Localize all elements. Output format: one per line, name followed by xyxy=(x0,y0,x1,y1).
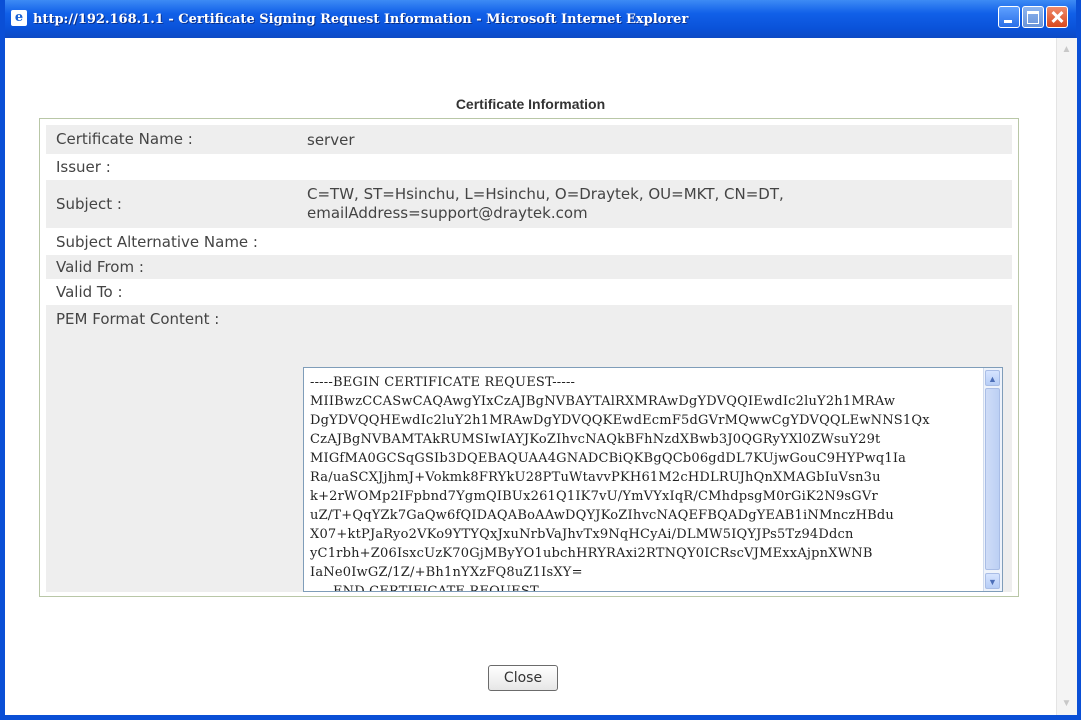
pem-content-text[interactable]: -----BEGIN CERTIFICATE REQUEST----- MIIB… xyxy=(310,373,980,591)
row-subject-alternative-name: Subject Alternative Name : xyxy=(46,228,1012,255)
page-scroll-up-icon[interactable]: ▲ xyxy=(1060,43,1073,56)
row-subject: Subject : C=TW, ST=Hsinchu, L=Hsinchu, O… xyxy=(46,180,1012,228)
pem-scrollbar[interactable]: ▲ ▼ xyxy=(983,368,1002,591)
row-valid-from: Valid From : xyxy=(46,255,1012,279)
window-title: http://192.168.1.1 - Certificate Signing… xyxy=(33,12,689,27)
row-certificate-name: Certificate Name : server xyxy=(46,125,1012,154)
scroll-down-arrow-icon[interactable]: ▼ xyxy=(985,573,1000,589)
subject-value: C=TW, ST=Hsinchu, L=Hsinchu, O=Draytek, … xyxy=(307,185,784,222)
ie-icon: e xyxy=(11,10,27,26)
issuer-label: Issuer : xyxy=(56,158,111,176)
minimize-button[interactable] xyxy=(998,6,1020,28)
certificate-info-table: Certificate Name : server Issuer : Subje… xyxy=(39,118,1019,597)
certificate-name-value: server xyxy=(307,131,355,149)
row-valid-to: Valid To : xyxy=(46,279,1012,305)
page-title: Certificate Information xyxy=(455,96,606,112)
close-button[interactable]: Close xyxy=(488,665,558,691)
page-scrollbar[interactable]: ▲ ▼ xyxy=(1056,38,1077,715)
pem-format-content-label: PEM Format Content : xyxy=(56,310,220,328)
subject-alternative-name-label: Subject Alternative Name : xyxy=(56,233,258,251)
valid-to-label: Valid To : xyxy=(56,283,123,301)
maximize-button[interactable] xyxy=(1022,6,1044,28)
pem-content-textarea[interactable]: -----BEGIN CERTIFICATE REQUEST----- MIIB… xyxy=(303,367,1003,592)
scroll-up-arrow-icon[interactable]: ▲ xyxy=(985,370,1000,386)
valid-from-label: Valid From : xyxy=(56,258,144,276)
scroll-thumb[interactable] xyxy=(985,388,1000,570)
certificate-name-label: Certificate Name : xyxy=(56,130,193,148)
row-issuer: Issuer : xyxy=(46,154,1012,180)
subject-label: Subject : xyxy=(56,195,122,213)
title-bar[interactable]: e http://192.168.1.1 - Certificate Signi… xyxy=(5,0,1076,38)
close-window-button[interactable] xyxy=(1046,6,1068,28)
page-content: Certificate Information Certificate Name… xyxy=(5,38,1056,715)
browser-popup-window: e http://192.168.1.1 - Certificate Signi… xyxy=(0,0,1081,720)
page-scroll-down-icon[interactable]: ▼ xyxy=(1060,697,1073,710)
